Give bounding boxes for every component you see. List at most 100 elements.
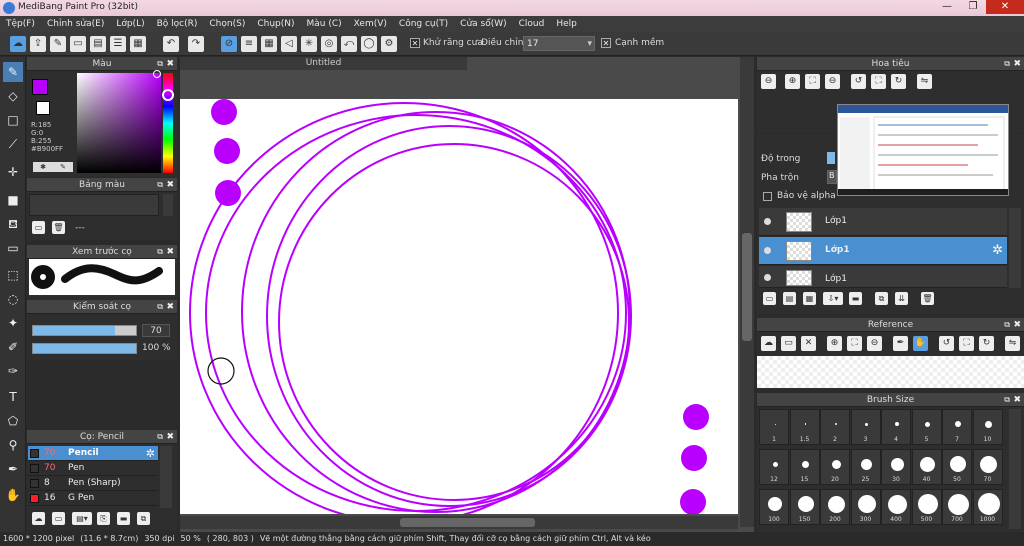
fit-screen-icon[interactable]: ⛶	[871, 74, 886, 89]
zoom-out-icon[interactable]: ⊖	[761, 74, 776, 89]
zoom-out-icon[interactable]: ⊖	[867, 336, 882, 351]
background-color-swatch[interactable]	[36, 101, 50, 115]
layer-row[interactable]: Lớp1	[759, 208, 1007, 236]
brush-size-item[interactable]: 300	[850, 489, 881, 525]
fit-icon[interactable]: ⛶	[805, 74, 820, 89]
brush-opacity-slider[interactable]	[32, 343, 137, 354]
menu-select[interactable]: Chọn(S)	[203, 19, 251, 29]
brush-size-item[interactable]: 500	[911, 489, 942, 525]
layer-opacity-slider[interactable]	[827, 152, 835, 164]
shape-tool-icon[interactable]: ⬠	[3, 411, 23, 431]
brush-size-item[interactable]: 50	[942, 449, 972, 485]
add-layer-menu-icon[interactable]: ⇩▾	[823, 292, 843, 305]
brush-size-item[interactable]: 1.5	[789, 409, 820, 445]
brush-size-item[interactable]: 7	[942, 409, 972, 445]
flip-icon[interactable]: ⇋	[917, 74, 932, 89]
move-tool-icon[interactable]: ✛	[3, 162, 23, 182]
redo-icon[interactable]: ↷	[188, 36, 204, 52]
brush-size-item[interactable]: 3	[850, 409, 881, 445]
popout-icon[interactable]: ⧉	[1004, 57, 1010, 71]
menu-tools[interactable]: Công cụ(T)	[393, 19, 454, 29]
new-brush-icon[interactable]: ▭	[52, 512, 65, 525]
brush-size-item[interactable]: 30	[881, 449, 911, 485]
cloud-brush-icon[interactable]: ☁	[32, 512, 45, 525]
gradient-tool-icon[interactable]: ▭	[3, 238, 23, 258]
palette-scrollbar[interactable]	[163, 194, 173, 216]
snap-perspective-icon[interactable]: ◁	[281, 36, 297, 52]
visibility-eye-icon[interactable]	[764, 247, 771, 254]
select-eraser-tool-icon[interactable]: ✑	[3, 361, 23, 381]
blend-mode-select[interactable]: B	[827, 170, 837, 184]
close-button[interactable]: ✕	[986, 0, 1024, 14]
rotate-left-icon[interactable]: ↺	[939, 336, 954, 351]
fill-rect-tool-icon[interactable]: ■	[3, 190, 23, 210]
hand-icon[interactable]: ✋	[913, 336, 928, 351]
close-icon[interactable]: ✖	[166, 57, 174, 71]
delete-palette-icon[interactable]: 🗑	[52, 221, 65, 234]
menu-cloud[interactable]: Cloud	[513, 19, 551, 29]
brush-size-item[interactable]: 20	[820, 449, 850, 485]
magic-wand-tool-icon[interactable]: ✦	[3, 313, 23, 333]
layer-scrollbar[interactable]	[1009, 208, 1021, 288]
menu-window[interactable]: Cửa sổ(W)	[454, 19, 512, 29]
close-reference-icon[interactable]: ✕	[801, 336, 816, 351]
rect-tool-icon[interactable]: □	[3, 110, 23, 130]
menu-edit[interactable]: Chỉnh sửa(E)	[41, 19, 110, 29]
brush-size-item[interactable]: 1000	[972, 489, 1003, 525]
close-icon[interactable]: ✖	[1013, 393, 1021, 407]
eyedropper-tool-icon[interactable]: ✒	[3, 459, 23, 479]
canvas-horizontal-scrollbar[interactable]	[180, 516, 738, 529]
menu-help[interactable]: Help	[550, 19, 583, 29]
menu-layer[interactable]: Lớp(L)	[110, 19, 150, 29]
merge-layer-icon[interactable]: ⇊	[895, 292, 908, 305]
snap-parallel-icon[interactable]: ≡	[241, 36, 257, 52]
popout-icon[interactable]: ⧉	[157, 430, 163, 444]
popout-icon[interactable]: ⧉	[157, 178, 163, 192]
popout-icon[interactable]: ⧉	[157, 57, 163, 71]
flip-icon[interactable]: ⇋	[1005, 336, 1020, 351]
delete-layer-icon[interactable]: 🗑	[921, 292, 934, 305]
canvas-vertical-scrollbar[interactable]	[740, 57, 754, 527]
fit-icon[interactable]: ⛶	[847, 336, 862, 351]
rotate-right-icon[interactable]: ↻	[891, 74, 906, 89]
menu-file[interactable]: Tệp(F)	[0, 19, 41, 29]
brush-item-pen-sharp[interactable]: 8 Pen (Sharp)	[28, 476, 158, 491]
brush-item-pen[interactable]: 70 Pen	[28, 461, 158, 476]
layer-row[interactable]: Lớp1	[759, 266, 1007, 288]
add-brush-icon[interactable]: ▤▾	[72, 512, 92, 525]
navigator-thumbnail[interactable]	[837, 104, 1009, 196]
popout-icon[interactable]: ⧉	[157, 245, 163, 259]
close-icon[interactable]: ✖	[166, 178, 174, 192]
brush-size-item[interactable]: 12	[759, 449, 789, 485]
tab-untitled[interactable]: Untitled	[180, 57, 467, 70]
minimize-button[interactable]: —	[934, 0, 960, 14]
snap-ellipse-icon[interactable]: ◯	[361, 36, 377, 52]
snap-curve-icon[interactable]: ⤺	[341, 36, 357, 52]
close-icon[interactable]: ✖	[1013, 318, 1021, 332]
brush-size-item[interactable]: 4	[881, 409, 911, 445]
close-icon[interactable]: ✖	[166, 245, 174, 259]
cloud-icon[interactable]: ☁	[761, 336, 776, 351]
menu-snap[interactable]: Chụp(N)	[251, 19, 300, 29]
lasso-tool-icon[interactable]: ◌	[3, 289, 23, 309]
brush-size-item[interactable]: 400	[881, 489, 911, 525]
close-icon[interactable]: ✖	[1013, 57, 1021, 71]
menu-view[interactable]: Xem(V)	[348, 19, 393, 29]
reference-image-area[interactable]	[757, 356, 1024, 388]
open-folder-icon[interactable]: ▭	[781, 336, 796, 351]
snap-circle-icon[interactable]: ◎	[321, 36, 337, 52]
list-icon[interactable]: ☰	[110, 36, 126, 52]
antialias-checkbox[interactable]: ✕	[410, 38, 420, 48]
drawing-canvas[interactable]	[180, 99, 738, 514]
protect-alpha-checkbox[interactable]	[763, 192, 772, 201]
layer-row-selected[interactable]: Lớp1 ✲	[759, 237, 1007, 265]
brush-size-item[interactable]: 200	[820, 489, 850, 525]
popout-icon[interactable]: ⧉	[1004, 393, 1010, 407]
copy-brush-icon[interactable]: ⎘	[97, 512, 110, 525]
gear-icon[interactable]: ✲	[146, 446, 155, 461]
brush-size-item[interactable]: 10	[972, 409, 1003, 445]
undo-icon[interactable]: ↶	[163, 36, 179, 52]
brush-list-scrollbar[interactable]	[160, 446, 172, 508]
rotate-left-icon[interactable]: ↺	[851, 74, 866, 89]
snap-off-icon[interactable]: ⊘	[221, 36, 237, 52]
